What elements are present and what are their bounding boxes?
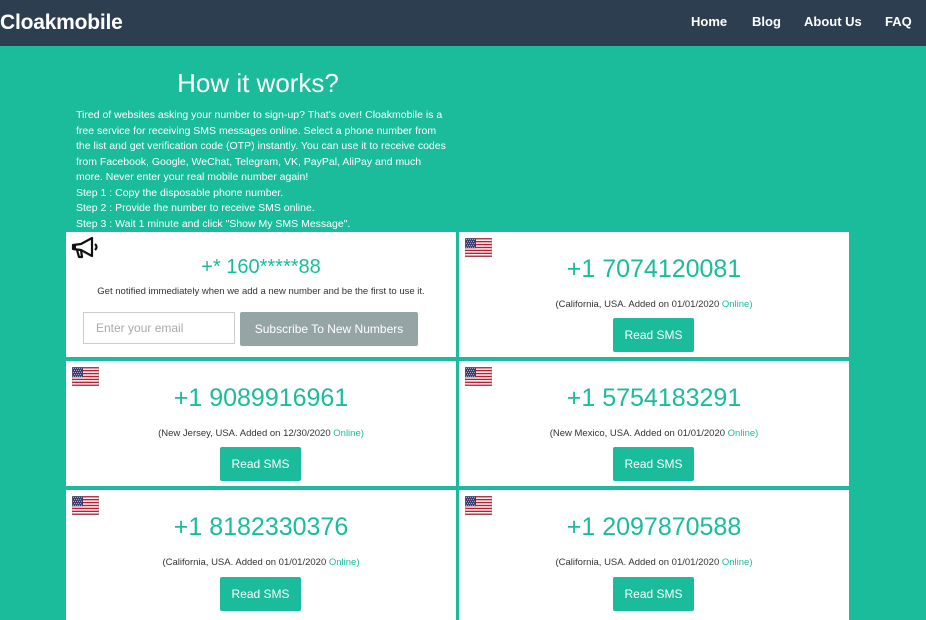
subscribe-notice: Get notified immediately when we add a n… <box>97 286 425 297</box>
brand-logo[interactable]: Cloakmobile <box>0 11 123 35</box>
number-location: (California, USA. Added on 01/01/2020 On… <box>459 557 849 568</box>
phone-number: +1 9089916961 <box>173 384 349 412</box>
location-text: (California, USA. Added on 01/01/2020 <box>555 299 720 310</box>
phone-number: +1 8182330376 <box>173 513 349 541</box>
read-sms-button[interactable]: Read SMS <box>613 447 694 481</box>
number-card: +1 5754183291 (New Mexico, USA. Added on… <box>459 361 849 486</box>
email-input[interactable] <box>83 312 235 344</box>
status-online: Online) <box>328 557 360 568</box>
number-card: +1 7074120081 (California, USA. Added on… <box>459 232 849 357</box>
number-location: (California, USA. Added on 01/01/2020 On… <box>66 557 456 568</box>
location-text: (California, USA. Added on 01/01/2020 <box>162 557 327 568</box>
read-sms-button[interactable]: Read SMS <box>613 577 694 611</box>
read-sms-button[interactable]: Read SMS <box>220 447 301 481</box>
location-text: (California, USA. Added on 01/01/2020 <box>555 557 720 568</box>
read-sms-button[interactable]: Read SMS <box>613 318 694 352</box>
number-card: +1 9089916961 (New Jersey, USA. Added on… <box>66 361 456 486</box>
number-location: (New Mexico, USA. Added on 01/01/2020 On… <box>459 428 849 439</box>
hero-description: Tired of websites asking your number to … <box>76 109 446 183</box>
status-online: Online) <box>721 299 753 310</box>
status-online: Online) <box>727 428 759 439</box>
status-online: Online) <box>333 428 364 439</box>
number-card: +1 8182330376 (California, USA. Added on… <box>66 490 456 620</box>
status-online: Online) <box>721 557 753 568</box>
hero-title: How it works? <box>177 68 339 98</box>
masked-number: +* 160*****88 <box>201 256 321 278</box>
subscribe-button[interactable]: Subscribe To New Numbers <box>240 312 418 346</box>
number-card: +1 2097870588 (California, USA. Added on… <box>459 490 849 620</box>
number-location: (New Jersey, USA. Added on 12/30/2020 On… <box>66 428 456 439</box>
nav-about-us[interactable]: About Us <box>804 14 862 29</box>
location-text: (New Mexico, USA. Added on 01/01/2020 <box>549 428 726 439</box>
nav-faq[interactable]: FAQ <box>885 14 912 29</box>
phone-number: +1 2097870588 <box>566 513 742 541</box>
location-text: (New Jersey, USA. Added on 12/30/2020 <box>158 428 331 439</box>
subscribe-card: +* 160*****88 Get notified immediately w… <box>66 232 456 357</box>
hero-description-block: Tired of websites asking your number to … <box>76 108 448 232</box>
step-2: Step 2 : Provide the number to receive S… <box>76 202 315 214</box>
nav-blog[interactable]: Blog <box>752 14 781 29</box>
nav-home[interactable]: Home <box>691 14 727 29</box>
phone-number: +1 7074120081 <box>566 255 742 283</box>
step-3: Step 3 : Wait 1 minute and click "Show M… <box>76 217 351 230</box>
phone-number: +1 5754183291 <box>566 384 742 412</box>
read-sms-button[interactable]: Read SMS <box>220 577 301 611</box>
step-1: Step 1 : Copy the disposable phone numbe… <box>76 186 284 199</box>
number-location: (California, USA. Added on 01/01/2020 On… <box>459 299 849 310</box>
navbar: Cloakmobile Home Blog About Us FAQ <box>0 0 926 46</box>
